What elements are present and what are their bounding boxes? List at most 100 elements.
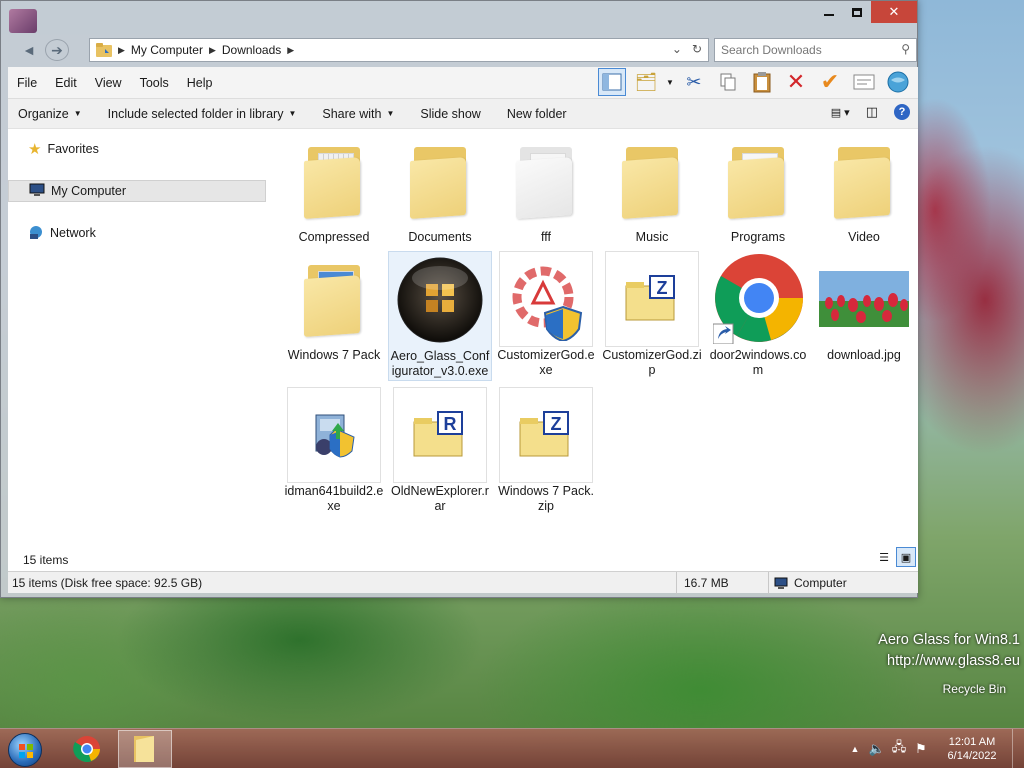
checkmark-icon[interactable]: ✔: [816, 68, 844, 96]
maximize-button[interactable]: [843, 1, 871, 23]
menu-view[interactable]: View: [86, 76, 131, 90]
folder-icon: [304, 263, 364, 337]
menu-edit[interactable]: Edit: [46, 76, 86, 90]
item-documents[interactable]: Documents: [392, 133, 488, 263]
refresh-icon[interactable]: ↻: [692, 42, 702, 56]
item-music[interactable]: Music: [604, 133, 700, 263]
view-toggle: ☰ ▣: [874, 547, 916, 567]
item-programs[interactable]: Programs: [710, 133, 806, 263]
item-label: Video: [848, 230, 880, 244]
nav-my-computer-label: My Computer: [51, 184, 127, 198]
back-button[interactable]: ◄: [17, 39, 41, 61]
chevron-down-icon: ▼: [386, 109, 395, 118]
taskbar-chrome[interactable]: [60, 730, 114, 768]
item-fff[interactable]: fff: [498, 133, 594, 263]
item-label: CustomizerGod.exe: [497, 348, 595, 377]
paste-icon[interactable]: [748, 68, 776, 96]
computer-icon: [29, 183, 45, 200]
help-icon[interactable]: ?: [894, 104, 910, 120]
properties-icon[interactable]: [850, 68, 878, 96]
item-door2windows[interactable]: door2windows.com: [710, 251, 806, 381]
item-customizergod-zip[interactable]: Z CustomizerGod.zip: [602, 251, 702, 381]
chevron-up-icon[interactable]: ▲: [844, 744, 866, 754]
action-center-icon[interactable]: ⚑: [910, 741, 932, 757]
svg-text:Z: Z: [657, 278, 668, 298]
status-divider: [768, 572, 769, 594]
copy-icon[interactable]: [714, 68, 742, 96]
item-customizergod-exe[interactable]: CustomizerGod.exe: [497, 251, 595, 381]
navigation-pane: ★ Favorites My Computer Network: [8, 129, 270, 571]
zip-icon: Z: [625, 275, 675, 321]
show-desktop-button[interactable]: [1012, 729, 1024, 768]
layout-pane-icon[interactable]: [598, 68, 626, 96]
preview-pane-icon[interactable]: ◫: [866, 104, 878, 120]
status-size: 16.7 MB: [684, 576, 729, 590]
close-button[interactable]: ✕: [871, 1, 917, 23]
item-compressed[interactable]: Compressed: [286, 133, 382, 263]
chevron-down-icon[interactable]: ▼: [666, 78, 674, 87]
item-idman[interactable]: idman641build2.exe: [285, 387, 383, 517]
item-download-jpg[interactable]: download.jpg: [816, 251, 912, 381]
network-icon: [28, 225, 44, 242]
file-list: Compressed Documents fff Music Programs …: [284, 129, 914, 549]
nav-favorites-label: Favorites: [47, 142, 99, 156]
zip-icon: Z: [519, 411, 569, 457]
new-folder-button[interactable]: New folder: [497, 107, 577, 121]
menu-help[interactable]: Help: [178, 76, 222, 90]
item-label: download.jpg: [827, 348, 901, 362]
nav-favorites[interactable]: ★ Favorites: [8, 138, 266, 160]
chevron-right-icon: ▶: [118, 44, 125, 55]
star-icon: ★: [28, 141, 42, 158]
organize-button[interactable]: Organize ▼: [8, 107, 92, 121]
caption-buttons: ✕: [815, 1, 917, 23]
share-with-button[interactable]: Share with ▼: [312, 107, 404, 121]
start-button[interactable]: [8, 733, 42, 767]
item-count: 15 items: [23, 553, 69, 567]
network-status-icon[interactable]: 🖧: [888, 738, 910, 760]
recycle-bin-label[interactable]: Recycle Bin: [943, 682, 1006, 696]
taskbar-explorer[interactable]: [118, 730, 172, 768]
chevron-down-icon[interactable]: ⌄: [672, 42, 682, 56]
chevron-right-icon: ▶: [287, 44, 295, 55]
system-tray: ▲ 🔈 🖧 ⚑ 12:01 AM 6/14/2022: [844, 729, 1024, 768]
item-windows7pack-zip[interactable]: Z Windows 7 Pack.zip: [498, 387, 594, 517]
menu-file[interactable]: File: [8, 76, 46, 90]
globe-icon[interactable]: [884, 68, 912, 96]
breadcrumb-downloads[interactable]: Downloads: [222, 43, 281, 57]
volume-muted-icon[interactable]: 🔈: [866, 741, 888, 757]
menu-tools[interactable]: Tools: [131, 76, 178, 90]
folder-icon: [728, 145, 788, 219]
item-label: fff: [541, 230, 551, 244]
folder-icon: [134, 736, 154, 762]
delete-icon[interactable]: ✕: [782, 68, 810, 96]
cut-icon[interactable]: ✂: [680, 68, 708, 96]
include-in-library-button[interactable]: Include selected folder in library ▼: [98, 107, 307, 121]
item-windows7pack-folder[interactable]: Windows 7 Pack: [286, 251, 382, 381]
item-video[interactable]: Video: [816, 133, 912, 263]
nav-network[interactable]: Network: [8, 222, 266, 244]
command-bar: Organize ▼ Include selected folder in lib…: [8, 99, 918, 129]
slide-show-button[interactable]: Slide show: [410, 107, 490, 121]
clock-date: 6/14/2022: [947, 750, 997, 762]
chrome-icon: [73, 736, 100, 763]
address-bar[interactable]: ▶ My Computer ▶ Downloads ▶ ⌄ ↻: [89, 38, 709, 62]
folder-options-icon[interactable]: 🗂: [632, 68, 660, 96]
item-oldnewexplorer[interactable]: R OldNewExplorer.rar: [391, 387, 489, 517]
large-icons-view-icon[interactable]: ▣: [896, 547, 916, 567]
breadcrumb-my-computer[interactable]: My Computer: [131, 43, 203, 57]
status-location: Computer: [774, 576, 847, 590]
minimize-button[interactable]: [815, 1, 843, 23]
clock[interactable]: 12:01 AM 6/14/2022: [932, 735, 1012, 763]
details-view-icon[interactable]: ☰: [874, 547, 894, 567]
folder-zip-icon: [304, 145, 364, 219]
item-aero-glass-configurator[interactable]: Aero_Glass_Configurator_v3.0.exe: [388, 251, 492, 381]
search-icon: ⚲: [901, 42, 910, 56]
nav-my-computer[interactable]: My Computer: [8, 180, 266, 202]
taskbar: ▲ 🔈 🖧 ⚑ 12:01 AM 6/14/2022: [0, 728, 1024, 768]
change-view-icon[interactable]: ▤ ▾: [831, 106, 850, 119]
status-bar: 15 items (Disk free space: 92.5 GB) 16.7…: [8, 571, 918, 594]
svg-text:Z: Z: [551, 414, 562, 434]
search-input[interactable]: Search Downloads ⚲: [714, 38, 917, 62]
forward-button[interactable]: ➔: [45, 39, 69, 61]
item-label: CustomizerGod.zip: [602, 348, 702, 377]
